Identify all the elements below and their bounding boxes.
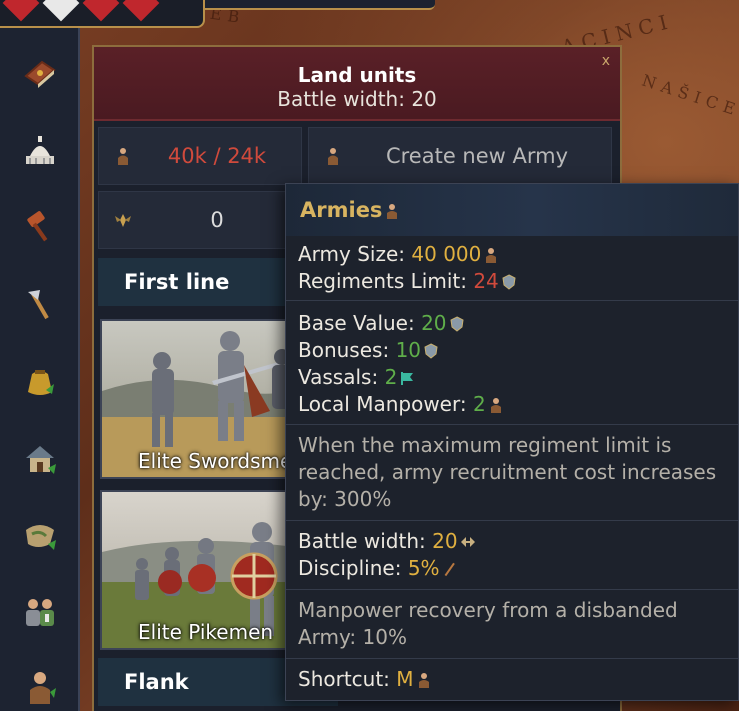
local-manpower-value: 2 [472, 392, 486, 416]
shortcut-value: M [396, 667, 414, 691]
map-label: NAŠICE [639, 70, 739, 121]
gavel-icon [27, 211, 48, 242]
shield-icon [502, 274, 516, 290]
winged-emblem-icon [115, 214, 131, 227]
flag-icon [42, 0, 80, 22]
unit-name: Elite Swordsmen [138, 449, 300, 473]
tooltip-divider [286, 589, 738, 590]
sidebar-button-money[interactable] [12, 350, 68, 410]
tooltip-divider [286, 658, 738, 659]
shield-icon [449, 316, 464, 332]
tooltip-header: Armies [286, 184, 738, 236]
width-arrows-icon [460, 537, 475, 547]
book-icon [24, 60, 56, 88]
axe-icon [28, 290, 49, 320]
local-manpower-line: Local Manpower: 2 [298, 392, 504, 416]
description-line: reached, army recruitment cost increases [298, 460, 717, 484]
vassals-line: Vassals: 2 [298, 365, 415, 389]
soldier-icon [418, 673, 429, 688]
top-bar [205, 0, 435, 10]
create-army-label: Create new Army [385, 144, 569, 168]
flag-icon [122, 0, 160, 22]
description-line: When the maximum regiment limit is [298, 433, 672, 457]
panel-subtitle: Battle width: 20 [277, 87, 437, 111]
counter-value: 0 [210, 208, 224, 232]
battle-width-line: Battle width: 20 [298, 529, 476, 553]
tooltip-divider [286, 300, 738, 301]
capitol-icon [26, 136, 54, 164]
shield-icon [424, 343, 438, 359]
money-bag-icon [28, 370, 54, 395]
flag-icon [2, 0, 40, 22]
battle-width-value: 20 [432, 529, 458, 553]
unit-name: Elite Pikemen [138, 620, 274, 644]
sidebar-button-axe[interactable] [12, 274, 68, 334]
regiments-limit-line: Regiments Limit: 24 [298, 269, 517, 293]
baton-icon [444, 562, 455, 577]
regiments-limit-value: 24 [473, 269, 499, 293]
discipline-value: 5% [407, 556, 440, 580]
unit-card-elite-pikemen[interactable]: Elite Pikemen [100, 490, 300, 650]
description-line: by: 300% [298, 487, 392, 511]
discipline-line: Discipline: 5% [298, 556, 458, 580]
base-value-value: 20 [421, 311, 447, 335]
sidebar-button-soldier[interactable] [12, 656, 68, 711]
shortcut-line: Shortcut: M [298, 667, 432, 691]
army-size-line: Army Size: 40 000 [298, 242, 499, 266]
panel-header: Land units Battle width: 20 x [94, 47, 620, 121]
soldier-icon [30, 672, 56, 704]
tooltip-divider [286, 520, 738, 521]
flag-icon [82, 0, 120, 22]
top-flags-banner [0, 0, 205, 28]
panel-title: Land units [297, 63, 417, 87]
sidebar-button-gavel[interactable] [12, 196, 68, 256]
sidebar-button-house[interactable] [12, 428, 68, 488]
bonuses-line: Bonuses: 10 [298, 338, 439, 362]
people-icon [26, 599, 54, 626]
sidebar-button-map[interactable] [12, 504, 68, 564]
counter-box: 0 [98, 191, 302, 249]
bonuses-value: 10 [395, 338, 422, 362]
left-sidebar [0, 28, 80, 711]
soldier-icon [328, 148, 338, 165]
soldier-icon [490, 398, 501, 413]
recovery-line: Manpower recovery from a disbanded [298, 598, 678, 622]
manpower-value: 40k / 24k [167, 144, 267, 168]
soldier-icon [486, 248, 497, 263]
unit-card-elite-swordsmen[interactable]: Elite Swordsmen [100, 319, 300, 479]
manpower-box[interactable]: 40k / 24k [98, 127, 302, 185]
sidebar-button-capitol[interactable] [12, 120, 68, 180]
banner-icon [401, 372, 414, 385]
tooltip-title: Armies [300, 198, 400, 222]
base-value-line: Base Value: 20 [298, 311, 465, 335]
scroll-map-icon [26, 525, 56, 550]
army-size-value: 40 000 [411, 242, 482, 266]
sidebar-button-people[interactable] [12, 582, 68, 642]
close-button[interactable]: x [602, 53, 610, 69]
create-army-button[interactable]: Create new Army [308, 127, 612, 185]
soldier-icon [118, 148, 128, 165]
soldier-icon [387, 204, 398, 219]
house-icon [26, 446, 56, 474]
armies-tooltip: Armies Army Size: 40 000 Regiments Limit… [285, 183, 739, 701]
sidebar-button-book[interactable] [12, 42, 68, 102]
vassals-value: 2 [384, 365, 398, 389]
tooltip-divider [286, 424, 738, 425]
recovery-line: Army: 10% [298, 625, 407, 649]
